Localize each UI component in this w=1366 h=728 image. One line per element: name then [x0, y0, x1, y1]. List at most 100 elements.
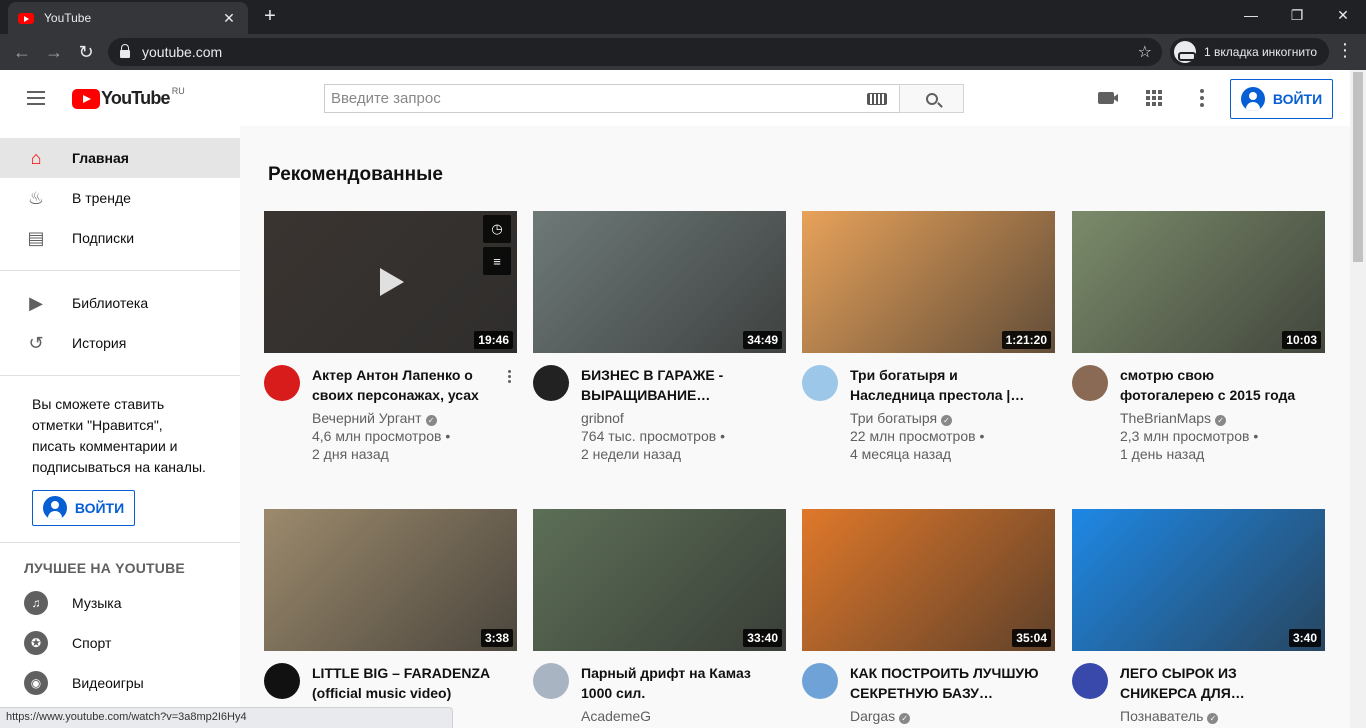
sidebar-item-games[interactable]: ◉ Видеоигры — [0, 663, 240, 703]
video-title[interactable]: Актер Антон Лапенко о своих персонажах, … — [312, 365, 517, 405]
subscriptions-icon: ▤ — [27, 227, 45, 248]
video-card[interactable]: 3:38 LITTLE BIG – FARADENZA (official mu… — [264, 509, 517, 703]
video-thumbnail[interactable]: 1:21:20 — [802, 211, 1055, 353]
window-close-icon[interactable]: ✕ — [1320, 0, 1366, 30]
video-thumbnail[interactable]: ◷ ≡ 19:46 — [264, 211, 517, 353]
channel-avatar[interactable] — [1072, 365, 1108, 401]
channel-name[interactable]: Познаватель — [1120, 708, 1203, 724]
sidebar-item-home[interactable]: ⌂ Главная — [0, 138, 240, 178]
search-box — [324, 84, 900, 113]
video-thumbnail[interactable]: 10:03 — [1072, 211, 1325, 353]
address-bar[interactable]: youtube.com ☆ — [108, 38, 1162, 66]
video-card[interactable]: 33:40 Парный дрифт на Камаз 1000 сил. Ac… — [533, 509, 786, 725]
minimize-icon[interactable]: — — [1228, 0, 1274, 30]
search-input[interactable] — [331, 90, 867, 107]
video-thumbnail[interactable]: 35:04 — [802, 509, 1055, 651]
channel-name[interactable]: Три богатыря — [850, 410, 937, 426]
channel-name[interactable]: AcademeG — [581, 708, 651, 724]
settings-menu-button[interactable] — [1190, 86, 1214, 110]
video-duration: 3:40 — [1288, 629, 1321, 647]
youtube-logo[interactable]: YouTube RU — [72, 86, 185, 109]
fire-icon: ♨ — [27, 187, 45, 208]
divider — [0, 270, 240, 271]
youtube-header: YouTube RU ВОЙТИ — [0, 70, 1350, 126]
channel-name[interactable]: TheBrianMaps — [1120, 410, 1211, 426]
reload-icon[interactable]: ↻ — [74, 40, 98, 64]
channel-avatar[interactable] — [533, 365, 569, 401]
add-to-queue-icon[interactable]: ≡ — [483, 247, 511, 275]
video-title[interactable]: Три богатыря и Наследница престола |… — [850, 365, 1055, 405]
hamburger-menu-icon[interactable] — [24, 88, 48, 108]
address-url: youtube.com — [142, 44, 223, 60]
scrollbar-thumb[interactable] — [1353, 72, 1363, 262]
video-thumbnail[interactable]: 33:40 — [533, 509, 786, 651]
forward-arrow-icon[interactable]: → — [42, 40, 66, 64]
browser-menu-icon[interactable]: ⋮ — [1336, 40, 1354, 61]
sidebar-item-history[interactable]: ↺ История — [0, 323, 240, 363]
apps-button[interactable] — [1142, 86, 1166, 110]
upload-age: 2 недели назад — [581, 446, 681, 462]
upload-age: 4 месяца назад — [850, 446, 952, 462]
youtube-favicon-icon — [18, 12, 34, 24]
watch-later-icon[interactable]: ◷ — [483, 215, 511, 243]
channel-avatar[interactable] — [264, 663, 300, 699]
channel-name[interactable]: gribnof — [581, 410, 624, 426]
sidebar-item-library[interactable]: ▶ Библиотека — [0, 283, 240, 323]
video-title[interactable]: смотрю свою фотогалерею с 2015 года — [1120, 365, 1325, 405]
back-arrow-icon[interactable]: ← — [10, 40, 34, 64]
new-tab-button[interactable]: + — [258, 5, 282, 28]
video-camera-icon — [1098, 92, 1118, 104]
sidebar-item-sport[interactable]: ✪ Спорт — [0, 623, 240, 663]
sidebar-item-label: Библиотека — [72, 295, 149, 311]
video-title[interactable]: LITTLE BIG – FARADENZA (official music v… — [312, 663, 517, 703]
channel-name[interactable]: Dargas — [850, 708, 895, 724]
keyboard-icon[interactable] — [867, 92, 887, 105]
sidebar-item-label: Спорт — [72, 635, 112, 651]
video-title[interactable]: Парный дрифт на Камаз 1000 сил. — [581, 663, 786, 703]
video-card[interactable]: 34:49 БИЗНЕС В ГАРАЖЕ - ВЫРАЩИВАНИЕ… gri… — [533, 211, 786, 463]
logo-wordmark: YouTube — [101, 88, 171, 108]
page-scrollbar[interactable] — [1350, 70, 1366, 728]
tab-close-icon[interactable]: ✕ — [220, 10, 238, 27]
video-thumbnail[interactable]: 34:49 — [533, 211, 786, 353]
video-card[interactable]: 1:21:20 Три богатыря и Наследница престо… — [802, 211, 1055, 463]
video-title[interactable]: ЛЕГО СЫРОК ИЗ СНИКЕРСА ДЛЯ… — [1120, 663, 1325, 703]
sidebar-signin-button[interactable]: ВОЙТИ — [32, 490, 135, 526]
video-title[interactable]: КАК ПОСТРОИТЬ ЛУЧШУЮ СЕКРЕТНУЮ БАЗУ… — [850, 663, 1055, 703]
channel-avatar[interactable] — [802, 365, 838, 401]
browser-tab-youtube[interactable]: YouTube ✕ — [8, 2, 248, 34]
sidebar-item-subscriptions[interactable]: ▤ Подписки — [0, 218, 240, 258]
channel-avatar[interactable] — [533, 663, 569, 699]
video-title[interactable]: БИЗНЕС В ГАРАЖЕ - ВЫРАЩИВАНИЕ… — [581, 365, 786, 405]
sidebar-item-label: Главная — [72, 150, 129, 166]
upload-age: 2 дня назад — [312, 446, 389, 462]
video-menu-icon[interactable] — [508, 370, 511, 383]
bookmark-star-icon[interactable]: ☆ — [1138, 42, 1152, 62]
video-card[interactable]: 10:03 смотрю свою фотогалерею с 2015 год… — [1072, 211, 1325, 463]
create-video-button[interactable] — [1094, 86, 1118, 110]
sidebar-item-music[interactable]: ♫ Музыка — [0, 583, 240, 623]
video-card[interactable]: 3:40 ЛЕГО СЫРОК ИЗ СНИКЕРСА ДЛЯ… Познава… — [1072, 509, 1325, 725]
channel-avatar[interactable] — [802, 663, 838, 699]
video-duration: 19:46 — [474, 331, 513, 349]
verified-icon: ✓ — [899, 713, 911, 724]
video-card[interactable]: ◷ ≡ 19:46 Актер Антон Лапенко о своих пе… — [264, 211, 517, 463]
video-duration: 34:49 — [743, 331, 782, 349]
view-count: 22 млн просмотров • — [850, 428, 985, 444]
view-count: 4,6 млн просмотров • — [312, 428, 451, 444]
video-thumbnail[interactable]: 3:40 — [1072, 509, 1325, 651]
video-card[interactable]: 35:04 КАК ПОСТРОИТЬ ЛУЧШУЮ СЕКРЕТНУЮ БАЗ… — [802, 509, 1055, 725]
incognito-indicator[interactable]: 1 вкладка инкогнито — [1170, 38, 1330, 66]
video-duration: 10:03 — [1282, 331, 1321, 349]
video-thumbnail[interactable]: 3:38 — [264, 509, 517, 651]
video-duration: 33:40 — [743, 629, 782, 647]
channel-avatar[interactable] — [1072, 663, 1108, 699]
sport-icon: ✪ — [24, 631, 48, 655]
restore-icon[interactable]: ❐ — [1274, 0, 1320, 30]
sidebar-item-label: Музыка — [72, 595, 122, 611]
search-button[interactable] — [899, 84, 964, 113]
sidebar-item-trending[interactable]: ♨ В тренде — [0, 178, 240, 218]
signin-button[interactable]: ВОЙТИ — [1230, 79, 1333, 119]
channel-avatar[interactable] — [264, 365, 300, 401]
channel-name[interactable]: Вечерний Ургант — [312, 410, 422, 426]
